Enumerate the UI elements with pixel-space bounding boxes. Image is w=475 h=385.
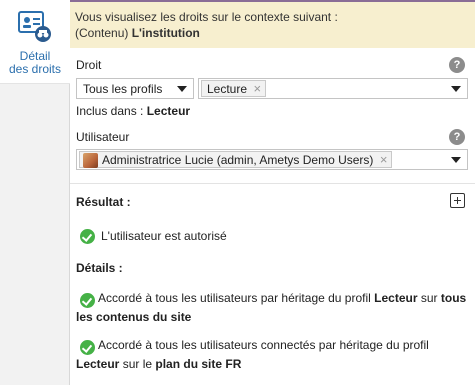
right-field-label: Droit	[76, 58, 102, 72]
detail-item-1: Accordé à tous les utilisateurs par héri…	[76, 289, 471, 327]
right-tag-field[interactable]: Lecture ×	[198, 78, 468, 99]
context-line2: (Contenu) L'institution	[75, 25, 475, 41]
detail-1-text2: sur	[420, 291, 438, 305]
tab-rights-detail-label: Détail des droits	[0, 50, 70, 76]
context-banner: Vous visualisez les droits sur le contex…	[70, 0, 475, 48]
chevron-down-icon[interactable]	[451, 86, 461, 92]
chevron-down-icon	[177, 86, 187, 92]
remove-tag-icon[interactable]: ×	[253, 81, 261, 96]
result-text: L'utilisateur est autorisé	[101, 229, 227, 243]
details-title: Détails :	[76, 261, 123, 275]
context-type: (Contenu)	[75, 26, 129, 40]
profiles-select[interactable]: Tous les profils	[76, 78, 194, 99]
success-check-icon	[80, 229, 95, 244]
divider	[70, 183, 475, 184]
included-in: Inclus dans : Lecteur	[76, 104, 190, 118]
detail-1-text1: Accordé à tous les utilisateurs par héri…	[98, 291, 371, 305]
result-title: Résultat :	[76, 195, 131, 209]
user-help-icon[interactable]: ?	[449, 129, 465, 145]
right-tag: Lecture ×	[201, 80, 267, 97]
right-help-icon[interactable]: ?	[449, 57, 465, 73]
right-tag-label: Lecture	[207, 82, 248, 96]
detail-2-scope: plan du site FR	[155, 357, 242, 371]
included-prefix: Inclus dans :	[76, 104, 144, 118]
expand-icon[interactable]	[450, 193, 465, 208]
detail-2-text1: Accordé à tous les utilisateurs connecté…	[98, 338, 429, 352]
user-field[interactable]: Administratrice Lucie (admin, Ametys Dem…	[76, 149, 468, 170]
detail-2-text2: sur le	[122, 357, 153, 371]
context-line1: Vous visualisez les droits sur le contex…	[75, 10, 338, 24]
detail-1-profile: Lecteur	[374, 291, 418, 305]
detail-item-2: Accordé à tous les utilisateurs connecté…	[76, 336, 471, 374]
chevron-down-icon[interactable]	[451, 157, 461, 163]
tab-label-line2: des droits	[8, 62, 62, 76]
tab-rights-detail[interactable]: Détail des droits	[0, 0, 70, 84]
profiles-select-value: Tous les profils	[83, 82, 163, 96]
tab-label-line1: Détail	[19, 49, 51, 63]
user-tag-label: Administratrice Lucie (admin, Ametys Dem…	[102, 153, 374, 167]
main-panel: Vous visualisez les droits sur le contex…	[70, 0, 475, 385]
user-field-label: Utilisateur	[76, 130, 130, 144]
remove-tag-icon[interactable]: ×	[380, 152, 388, 167]
included-profile: Lecteur	[146, 104, 191, 118]
sidebar: Détail des droits	[0, 0, 70, 385]
detail-2-profile: Lecteur	[76, 357, 120, 371]
rights-detail-icon	[18, 11, 51, 42]
context-name: L'institution	[131, 26, 200, 40]
user-tag: Administratrice Lucie (admin, Ametys Dem…	[79, 151, 393, 168]
avatar	[83, 153, 98, 168]
